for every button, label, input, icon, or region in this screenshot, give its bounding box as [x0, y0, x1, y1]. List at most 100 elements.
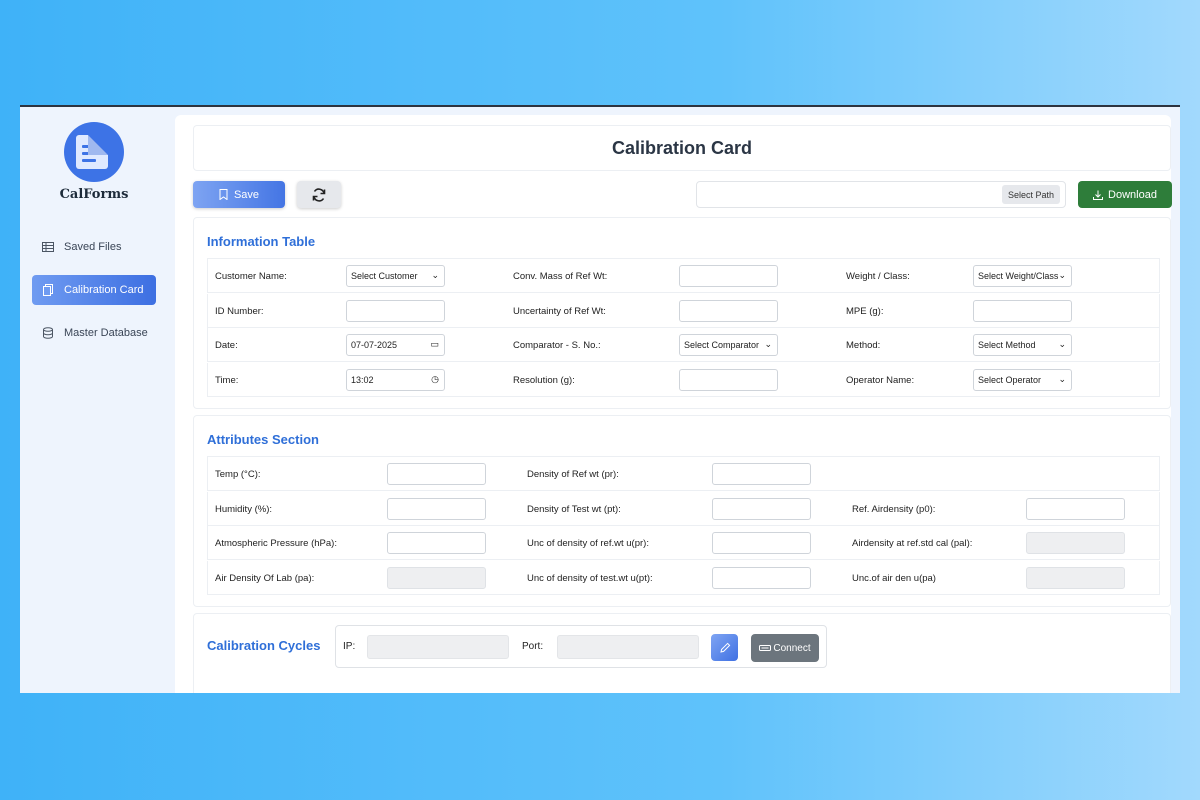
comparator-s-no-label: Comparator - S. No.: — [513, 340, 601, 351]
database-icon — [43, 327, 53, 339]
calibration-cycles-section: Calibration Cycles IP: Port: Connect — [193, 613, 1171, 693]
attribute-row: Temp (°C): Density of Ref wt (pr): — [207, 457, 1160, 491]
date-date-picker[interactable]: 07-07-2025 ▭ — [346, 334, 445, 356]
chevron-down-icon: ⌄ — [764, 339, 772, 349]
uncertainty-of-ref-wt-label: Uncertainty of Ref Wt: — [513, 305, 606, 317]
comparator-s-no-select[interactable]: Select Comparator ⌄ — [679, 334, 778, 356]
mpe-g-label: MPE (g): — [846, 305, 884, 317]
sidebar-item-label: Calibration Card — [64, 284, 144, 296]
attribute-row: Humidity (%): Density of Test wt (pt): Ref… — [207, 491, 1160, 526]
app-logo — [64, 122, 124, 182]
id-number-label: ID Number: — [215, 305, 264, 317]
download-icon — [1093, 190, 1104, 200]
info-row: ID Number: Uncertainty of Ref Wt: MPE (g): — [207, 293, 1160, 328]
attributes-grid: Temp (°C): Density of Ref wt (pr): Humidit… — [207, 456, 1160, 595]
unc-of-density-of-ref-wt-u-pr-label: Unc of density of ref.wt u(pr): — [527, 538, 649, 549]
method-select[interactable]: Select Method ⌄ — [973, 334, 1072, 356]
airdensity-at-ref-std-cal-pal-input — [1026, 532, 1125, 554]
comparator-s-no-value: Select Comparator — [684, 340, 760, 350]
save-label: Save — [233, 188, 260, 201]
refresh-icon — [312, 187, 326, 202]
air-density-of-lab-pa-label: Air Density Of Lab (pa): — [215, 572, 315, 584]
sidebar-item-label: Saved Files — [64, 241, 122, 253]
resolution-g-input[interactable] — [679, 368, 778, 391]
uncertainty-of-ref-wt-input[interactable] — [679, 299, 778, 322]
conv-mass-of-ref-wt-input[interactable] — [679, 265, 778, 287]
date-value: 07-07-2025 — [351, 340, 398, 350]
edit-button[interactable] — [711, 634, 738, 661]
download-button[interactable]: Download — [1078, 181, 1172, 208]
atmospheric-pressure-hpa-input[interactable] — [387, 532, 486, 554]
operator-name-select[interactable]: Select Operator ⌄ — [973, 368, 1072, 391]
connect-label: Connect — [773, 642, 811, 654]
conv-mass-of-ref-wt-label: Conv. Mass of Ref Wt: — [513, 271, 608, 282]
weight-class-select[interactable]: Select Weight/Class ⌄ — [973, 265, 1072, 287]
method-value: Select Method — [978, 340, 1036, 350]
operator-name-label: Operator Name: — [846, 374, 915, 386]
main-panel: Calibration Card Save Select Path Downlo… — [175, 115, 1172, 693]
temp-c-label: Temp (°C): — [215, 469, 261, 480]
table-icon — [42, 242, 54, 252]
date-label: Date: — [215, 340, 238, 351]
ip-label: IP: — [343, 641, 356, 652]
unc-of-density-of-test-wt-u-pt-input[interactable] — [712, 566, 811, 589]
ref-airdensity-p0-label: Ref. Airdensity (p0): — [852, 503, 936, 515]
time-value: 13:02 — [351, 374, 374, 385]
customer-name-select[interactable]: Select Customer ⌄ — [346, 265, 445, 287]
density-of-test-wt-pt-input[interactable] — [712, 497, 811, 520]
unc-of-air-den-u-pa-label: Unc.of air den u(pa) — [852, 572, 936, 584]
port-label: Port: — [522, 641, 544, 652]
ip-input[interactable] — [367, 635, 509, 659]
chevron-down-icon: ⌄ — [1058, 373, 1066, 384]
sidebar: CalForms Saved Files Calibration Card Ma… — [20, 107, 175, 693]
pencil-icon — [719, 642, 730, 653]
information-section: Information Table Customer Name: Select C… — [193, 217, 1171, 409]
refresh-button[interactable] — [297, 181, 341, 208]
sidebar-item-calibration-card[interactable]: Calibration Card — [32, 275, 156, 305]
path-field[interactable]: Select Path — [696, 181, 1066, 208]
humidity-label: Humidity (%): — [215, 503, 273, 515]
unc-of-density-of-ref-wt-u-pr-input[interactable] — [712, 532, 811, 554]
atmospheric-pressure-hpa-label: Atmospheric Pressure (hPa): — [215, 538, 337, 549]
sidebar-item-label: Master Database — [64, 327, 148, 339]
save-button[interactable]: Save — [193, 181, 285, 208]
unc-of-air-den-u-pa-input — [1026, 566, 1125, 589]
select-path-button[interactable]: Select Path — [1001, 185, 1060, 204]
id-number-input[interactable] — [346, 299, 445, 322]
mpe-g-input[interactable] — [973, 299, 1072, 322]
humidity-input[interactable] — [387, 497, 486, 520]
bookmark-icon — [219, 189, 228, 200]
section-title: Information Table — [207, 234, 316, 249]
time-time-picker[interactable]: 13:02 ◷ — [346, 368, 445, 391]
ref-airdensity-p0-input[interactable] — [1026, 497, 1125, 520]
info-row: Customer Name: Select Customer ⌄ Conv. Mass… — [207, 259, 1160, 293]
time-label: Time: — [215, 374, 239, 386]
customer-name-value: Select Customer — [351, 271, 418, 281]
section-title: Attributes Section — [207, 432, 319, 447]
chevron-down-icon: ⌄ — [431, 270, 439, 280]
weight-class-value: Select Weight/Class — [978, 271, 1059, 281]
sidebar-item-saved-files[interactable]: Saved Files — [32, 232, 156, 262]
calendar-icon[interactable]: ▭ — [430, 339, 439, 350]
density-of-ref-wt-pr-label: Density of Ref wt (pr): — [527, 469, 619, 480]
page-title: Calibration Card — [193, 125, 1171, 171]
info-row: Time: 13:02 ◷ Resolution (g): Operator Name:… — [207, 362, 1160, 397]
information-grid: Customer Name: Select Customer ⌄ Conv. Mass… — [207, 258, 1160, 397]
unc-of-density-of-test-wt-u-pt-label: Unc of density of test.wt u(pt): — [527, 572, 653, 584]
clock-icon[interactable]: ◷ — [431, 374, 439, 385]
info-row: Date: 07-07-2025 ▭ Comparator - S. No.: Sele… — [207, 328, 1160, 362]
sidebar-item-master-database[interactable]: Master Database — [32, 318, 156, 348]
method-label: Method: — [846, 340, 881, 351]
copy-icon — [43, 284, 53, 296]
customer-name-label: Customer Name: — [215, 271, 287, 282]
airdensity-at-ref-std-cal-pal-label: Airdensity at ref.std cal (pal): — [852, 538, 973, 549]
connection-panel: IP: Port: Connect — [335, 625, 827, 668]
operator-name-value: Select Operator — [978, 374, 1042, 385]
air-density-of-lab-pa-input — [387, 566, 486, 589]
temp-c-input[interactable] — [387, 463, 486, 485]
connect-button[interactable]: Connect — [751, 634, 819, 662]
port-input[interactable] — [557, 635, 699, 659]
density-of-ref-wt-pr-input[interactable] — [712, 463, 811, 485]
attribute-row: Air Density Of Lab (pa): Unc of density o… — [207, 560, 1160, 595]
chevron-down-icon: ⌄ — [1058, 339, 1066, 349]
